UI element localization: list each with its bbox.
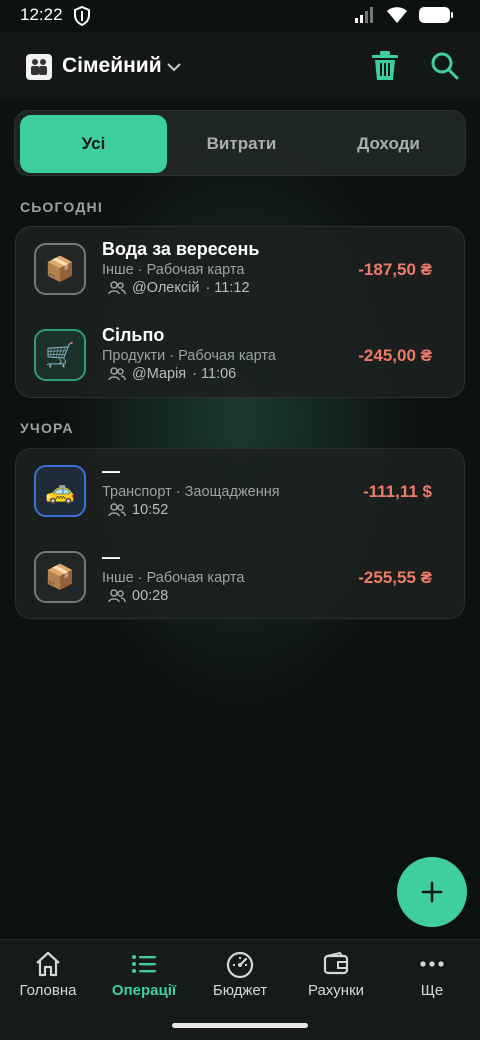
more-icon	[384, 948, 480, 980]
transaction-category: Інше · Рабочая карта	[102, 262, 245, 278]
tab-expenses[interactable]: Витрати	[168, 115, 315, 173]
battery-icon	[418, 6, 454, 29]
app-header: Сімейний	[0, 32, 480, 100]
transaction-title: —	[102, 461, 120, 481]
home-indicator[interactable]	[172, 1023, 308, 1028]
package-icon: 📦	[34, 551, 86, 603]
tab-income[interactable]: Доходи	[315, 115, 462, 173]
transaction-time: · 11:12	[205, 280, 250, 296]
shopping-cart-icon: 🛒	[34, 329, 86, 381]
plus-icon	[421, 881, 443, 903]
transaction-meta: @Марія · 11:06	[102, 366, 236, 382]
wallet-icon	[288, 948, 384, 980]
trash-icon[interactable]	[370, 50, 400, 87]
package-icon: 📦	[34, 243, 86, 295]
list-icon	[96, 948, 192, 980]
transaction-item[interactable]: 📦 Вода за вересень Інше · Рабочая карта …	[16, 227, 466, 313]
transaction-amount: -187,50 ₴	[358, 260, 432, 279]
transaction-user: @Олексій	[132, 280, 200, 296]
transaction-time: · 11:06	[192, 366, 237, 382]
section-title-yesterday: УЧОРА	[20, 420, 74, 436]
transaction-category: Транспорт · Заощадження	[102, 484, 280, 500]
chevron-down-icon[interactable]	[166, 60, 182, 78]
tab-all[interactable]: Усі	[20, 115, 167, 173]
nav-item-home[interactable]: Головна	[0, 948, 96, 1008]
status-indicators	[354, 6, 454, 29]
users-icon	[108, 589, 126, 603]
gauge-icon	[192, 948, 288, 980]
nav-label-home: Головна	[19, 982, 77, 999]
transaction-item[interactable]: 📦 — Інше · Рабочая карта 00:28 -255,55 ₴	[16, 535, 466, 621]
nav-item-accounts[interactable]: Рахунки	[288, 948, 384, 1008]
taxi-icon: 🚕	[34, 465, 86, 517]
transaction-title: Сільпо	[102, 325, 165, 345]
transactions-card-yesterday: 🚕 — Транспорт · Заощадження 10:52 -111,1…	[15, 448, 465, 619]
search-icon[interactable]	[430, 51, 460, 86]
status-time: 12:22	[20, 5, 63, 24]
transaction-category: Продукти · Рабочая карта	[102, 348, 276, 364]
transaction-title: —	[102, 547, 120, 567]
transaction-user: @Марія	[132, 366, 187, 382]
transaction-category: Інше · Рабочая карта	[102, 570, 245, 586]
add-transaction-button[interactable]	[397, 857, 467, 927]
nav-label-operations: Операції	[111, 982, 177, 999]
home-icon	[0, 948, 96, 980]
transaction-amount: -255,55 ₴	[358, 568, 432, 587]
transaction-meta: 10:52	[102, 502, 168, 518]
users-icon	[108, 503, 126, 517]
transactions-card-today: 📦 Вода за вересень Інше · Рабочая карта …	[15, 226, 465, 398]
nav-label-budget: Бюджет	[212, 982, 268, 999]
transaction-amount: -111,11 $	[362, 482, 432, 501]
status-bar: 12:22	[0, 0, 480, 32]
signal-icon	[354, 6, 376, 29]
users-icon	[108, 281, 126, 295]
section-title-today: СЬОГОДНІ	[20, 199, 103, 215]
wifi-icon	[386, 6, 408, 29]
family-icon[interactable]	[26, 54, 52, 80]
transaction-amount: -245,00 ₴	[358, 346, 432, 365]
screen: 12:22 Сімейний Усі Витрати Доходи СЬОГОД…	[0, 0, 480, 1040]
shield-icon	[74, 5, 90, 31]
transaction-item[interactable]: 🛒 Сільпо Продукти · Рабочая карта @Марія…	[16, 313, 466, 399]
nav-item-more[interactable]: Ще	[384, 948, 480, 1008]
nav-item-operations[interactable]: Операції	[96, 948, 192, 1008]
transaction-item[interactable]: 🚕 — Транспорт · Заощадження 10:52 -111,1…	[16, 449, 466, 535]
transaction-meta: @Олексій · 11:12	[102, 280, 250, 296]
transaction-time: 10:52	[132, 502, 169, 518]
filter-tabs: Усі Витрати Доходи	[14, 110, 466, 176]
nav-label-more: Ще	[420, 982, 444, 999]
transaction-time: 00:28	[132, 588, 169, 604]
transaction-title: Вода за вересень	[102, 239, 260, 259]
transaction-meta: 00:28	[102, 588, 168, 604]
group-title[interactable]: Сімейний	[62, 54, 162, 78]
nav-label-accounts: Рахунки	[307, 982, 365, 999]
users-icon	[108, 367, 126, 381]
nav-item-budget[interactable]: Бюджет	[192, 948, 288, 1008]
